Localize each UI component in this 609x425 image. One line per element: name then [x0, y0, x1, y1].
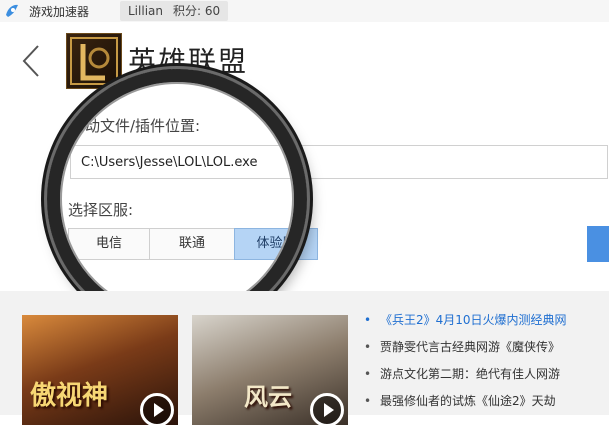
play-icon[interactable]: [310, 393, 344, 425]
news-item[interactable]: 游点文化第二期：绝代有佳人网游: [362, 361, 609, 388]
action-button[interactable]: [587, 226, 609, 262]
app-logo-icon: [6, 4, 18, 17]
play-icon[interactable]: [140, 393, 174, 425]
lol-logo-icon: [70, 37, 118, 85]
launch-path-input[interactable]: [70, 145, 608, 179]
user-info[interactable]: Lillian 积分: 60: [120, 1, 229, 21]
thumbnail-title: 傲视神: [30, 381, 109, 411]
game-icon: [66, 33, 122, 89]
news-list: 《兵王2》4月10日火爆内测经典网 贾静雯代言古经典网游《魔侠传》 游点文化第二…: [362, 307, 609, 415]
news-item[interactable]: 《兵王2》4月10日火爆内测经典网: [362, 307, 609, 334]
news-item[interactable]: 贾静雯代言古经典网游《魔侠传》: [362, 334, 609, 361]
chevron-left-icon: [22, 45, 39, 77]
title-bar: 游戏加速器 Lillian 积分: 60: [0, 0, 609, 22]
server-option-telecom[interactable]: 电信: [68, 228, 150, 260]
game-name: 英雄联盟: [128, 45, 249, 78]
news-thumbnail[interactable]: 风云: [192, 315, 348, 425]
news-item[interactable]: 最强修仙者的试炼《仙途2》天劫: [362, 388, 609, 415]
server-option-unicom[interactable]: 联通: [149, 228, 235, 260]
user-name: Lillian: [128, 4, 163, 18]
app-title: 游戏加速器: [29, 5, 90, 19]
points-label: 积分:: [172, 4, 202, 18]
news-section: 傲视神 风云 《兵王2》4月10日火爆内测经典网 贾静雯代言古经典网游《魔侠传》…: [0, 291, 609, 425]
server-label: 选择区服:: [68, 201, 134, 219]
server-option-test[interactable]: 体验服: [234, 228, 318, 260]
back-button[interactable]: [18, 44, 46, 78]
points-value: 60: [204, 4, 221, 18]
thumbnail-title: 风云: [244, 383, 292, 411]
path-label: 启动文件/插件位置:: [70, 117, 201, 135]
news-thumbnail[interactable]: 傲视神: [22, 315, 178, 425]
